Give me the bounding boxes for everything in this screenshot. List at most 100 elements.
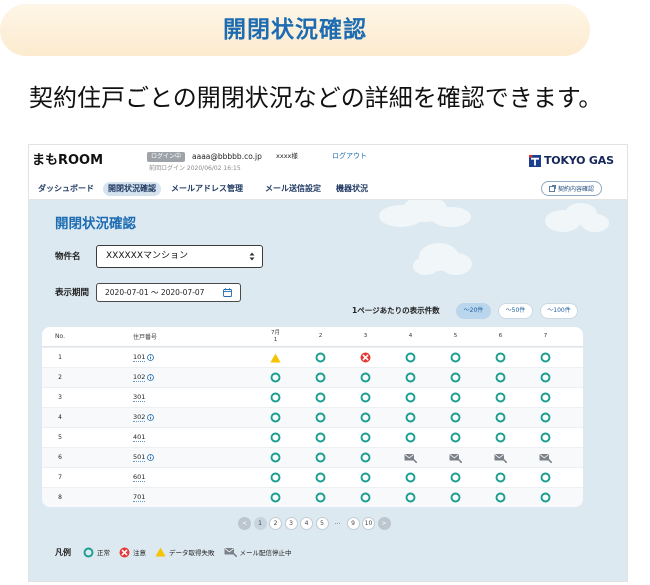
app-header: まもROOM ログイン中 aaaa@bbbbb.co.jp xxxx様 ログアウ… (29, 145, 627, 200)
ok-circle-icon (540, 352, 551, 363)
status-cell (253, 392, 298, 403)
unit-number-link[interactable]: 102 (133, 373, 146, 382)
app-logo[interactable]: まもROOM (32, 153, 103, 169)
page-button[interactable]: 4 (300, 517, 313, 530)
table-row: 5 401 (42, 427, 583, 447)
ok-circle-icon (270, 452, 281, 463)
unit-number-link[interactable]: 302 (133, 413, 146, 422)
unit-number-link[interactable]: 101 (133, 353, 146, 362)
period-date-range-input[interactable]: 2020-07-01 ～ 2020-07-07 (96, 283, 241, 302)
page-button[interactable]: 1 (253, 517, 267, 530)
ok-circle-icon (495, 492, 506, 503)
ok-circle-icon (270, 372, 281, 383)
status-cell (298, 372, 343, 383)
ok-circle-icon (315, 472, 326, 483)
tokyo-gas-mark-icon (529, 155, 541, 167)
column-header-day-label: 2 (318, 333, 323, 339)
banner-title: 開閉状況確認 (223, 17, 367, 43)
status-cell (388, 453, 433, 463)
ok-circle-icon (360, 372, 371, 383)
unit-number-link[interactable]: 701 (133, 493, 146, 502)
per-page-20-button[interactable]: ～20件 (456, 303, 491, 319)
row-number: 3 (58, 394, 62, 401)
next-page-button[interactable]: > (377, 517, 391, 530)
page-button[interactable]: 9 (346, 517, 360, 530)
unit-number-link[interactable]: 501 (133, 453, 146, 462)
column-header-day-label: 5 (453, 333, 458, 339)
info-icon[interactable] (147, 454, 155, 461)
unit-number-link[interactable]: 601 (133, 473, 146, 482)
ok-circle-icon (360, 492, 371, 503)
row-number: 1 (58, 354, 62, 361)
ok-circle-icon (495, 392, 506, 403)
per-page-100-button[interactable]: ～100件 (540, 303, 578, 319)
ok-circle-icon (540, 372, 551, 383)
page-button[interactable]: 5 (315, 517, 329, 530)
select-arrows-icon (249, 252, 255, 261)
column-header-day: 7 (523, 333, 568, 340)
ok-circle-icon (360, 412, 371, 423)
property-label: 物件名 (55, 252, 81, 262)
status-cell (478, 412, 523, 423)
table-row: 3 301 (42, 387, 583, 407)
unit-number-link[interactable]: 301 (133, 393, 146, 402)
nav-item-device-status[interactable]: 機器状況 (336, 182, 368, 196)
mail-stopped-icon (404, 453, 417, 463)
unit-cell: 301 (78, 393, 253, 402)
status-cell (478, 372, 523, 383)
unit-number-link[interactable]: 401 (133, 433, 146, 442)
ok-circle-icon (495, 432, 506, 443)
column-header-day: 2 (298, 333, 343, 340)
status-cell (388, 492, 433, 503)
status-cell (253, 432, 298, 443)
row-number: 6 (58, 454, 62, 461)
ok-circle-icon (450, 352, 461, 363)
status-cell (343, 492, 388, 503)
ok-circle-icon (270, 392, 281, 403)
column-header-day: 6 (478, 333, 523, 340)
status-cell (388, 372, 433, 383)
property-select-value: XXXXXXマンション (106, 251, 188, 261)
nav-item-mail-settings[interactable]: メール送信設定 (265, 182, 321, 196)
nav-item-email-management[interactable]: メールアドレス管理 (171, 182, 243, 196)
nav-item-dashboard[interactable]: ダッシュボード (38, 182, 94, 196)
period-value: 2020-07-01 ～ 2020-07-07 (105, 288, 205, 297)
status-cell (253, 353, 298, 363)
unit-cell: 401 (78, 433, 253, 442)
per-page-50-button[interactable]: ～50件 (498, 303, 533, 319)
ok-circle-icon (405, 392, 416, 403)
table-row: 8 701 (42, 487, 583, 507)
ok-circle-icon (270, 472, 281, 483)
info-icon[interactable] (147, 414, 155, 421)
logout-link[interactable]: ログアウト (332, 151, 367, 162)
tokyo-gas-logo: TOKYO GAS (529, 154, 614, 168)
column-header-day-label: 1 (273, 336, 278, 343)
nav-item-open-close-status[interactable]: 開閉状況確認 (103, 182, 161, 196)
mail-stopped-icon (449, 453, 462, 463)
status-cell (343, 392, 388, 403)
property-select[interactable]: XXXXXXマンション (96, 245, 263, 268)
status-cell (433, 472, 478, 483)
page-button[interactable]: 10 (362, 517, 375, 530)
page-button[interactable]: 2 (269, 517, 282, 530)
contract-details-button[interactable]: 契約内容確認 (541, 181, 602, 196)
page-button[interactable]: 3 (284, 517, 298, 530)
calendar-icon[interactable] (223, 288, 232, 297)
status-cell (478, 352, 523, 363)
ok-circle-icon (315, 392, 326, 403)
status-cell (433, 453, 478, 463)
legend-label-ok: 正常 (97, 549, 110, 557)
info-icon[interactable] (147, 354, 155, 361)
ok-circle-icon (360, 392, 371, 403)
external-window-icon (549, 185, 556, 192)
status-cell (343, 372, 388, 383)
status-cell (478, 392, 523, 403)
status-cell (388, 472, 433, 483)
status-cell (253, 472, 298, 483)
info-icon[interactable] (147, 374, 155, 381)
prev-page-button[interactable]: < (238, 517, 251, 530)
unit-cell: 302 (78, 413, 253, 422)
ok-circle-icon (495, 412, 506, 423)
column-header-day: 3 (343, 333, 388, 340)
ok-circle-icon (495, 352, 506, 363)
